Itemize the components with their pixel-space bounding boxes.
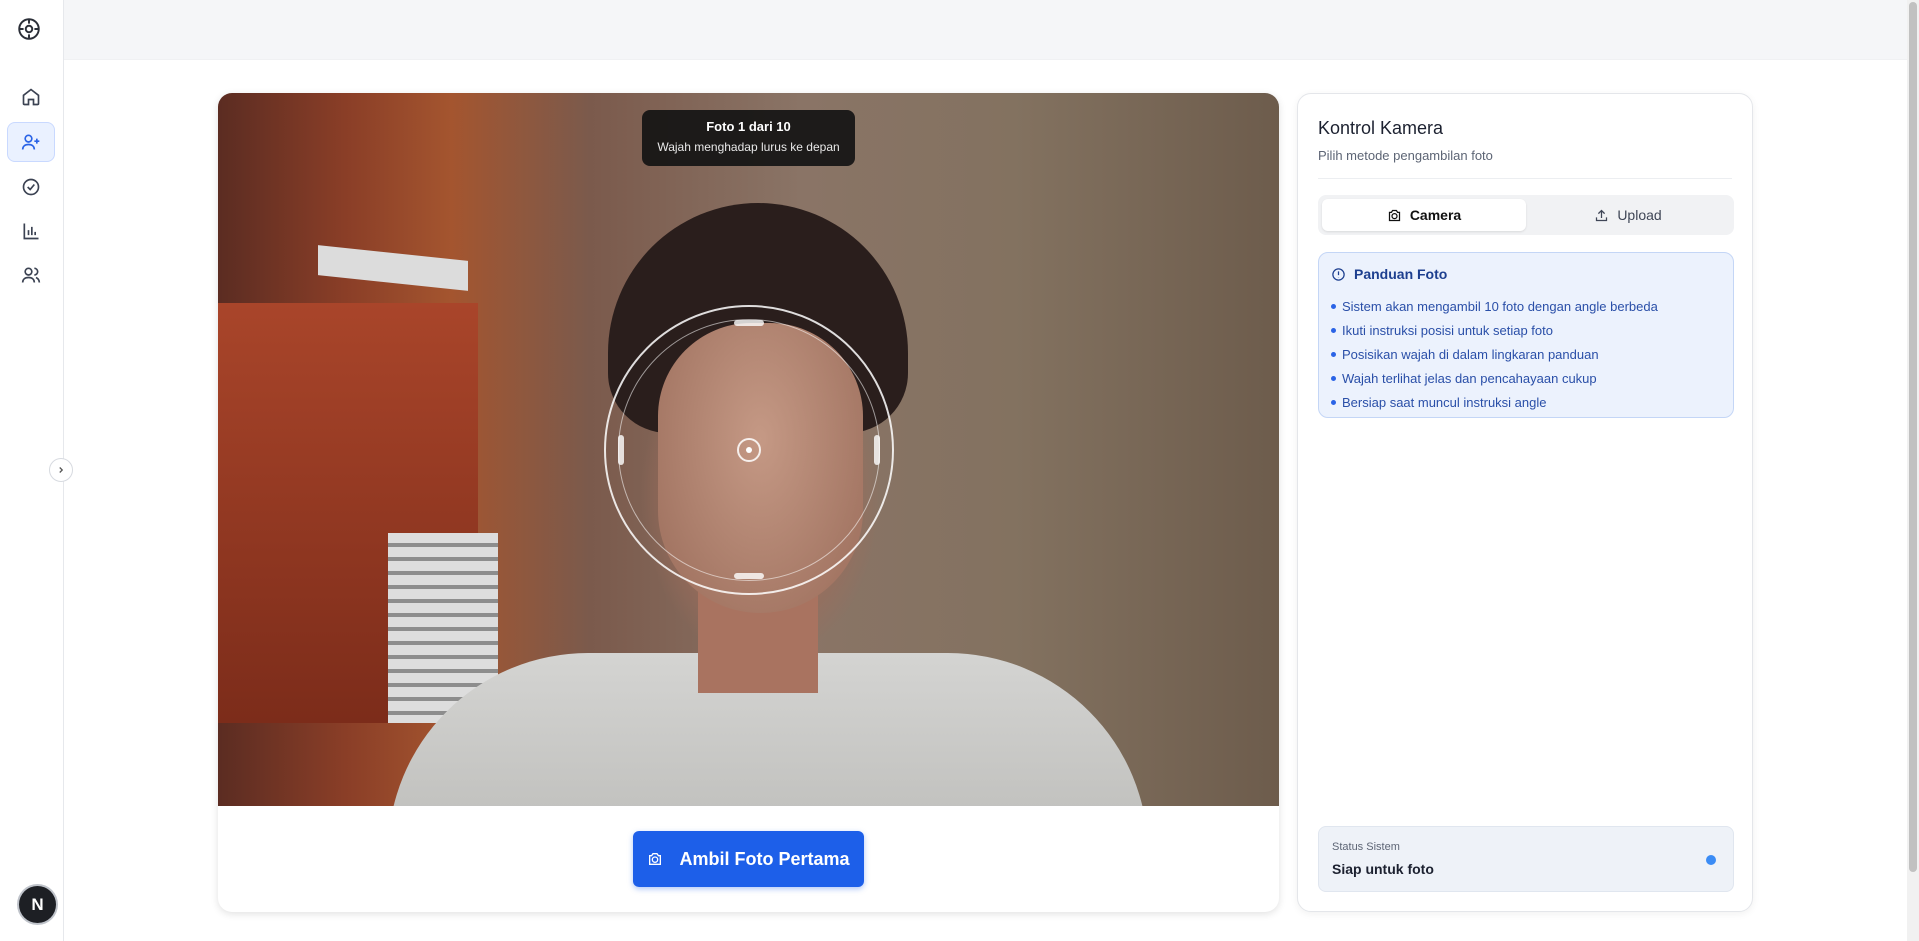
- camera-card: Foto 1 dari 10 Wajah menghadap lurus ke …: [218, 93, 1279, 912]
- photo-counter: Foto 1 dari 10: [706, 119, 791, 134]
- guide-tick-top: [734, 320, 764, 326]
- upload-icon: [1596, 209, 1608, 221]
- camera-icon: [649, 853, 662, 865]
- guide-item: Bersiap saat muncul instruksi angle: [1331, 390, 1658, 414]
- chevron-right-icon: [59, 467, 64, 473]
- capture-photo-label: Ambil Foto Pertama: [679, 848, 850, 869]
- page-scrollbar[interactable]: [1907, 0, 1919, 941]
- avatar-initial: N: [31, 894, 44, 914]
- home-icon: [22, 88, 40, 106]
- check-circle-icon: [22, 178, 40, 196]
- tab-camera[interactable]: Camera: [1322, 199, 1526, 231]
- sidebar-item-register[interactable]: [7, 122, 55, 162]
- guide-tick-bottom: [734, 573, 764, 579]
- target-logo-icon[interactable]: [16, 16, 42, 42]
- top-bar: [64, 0, 1919, 60]
- status-value: Siap untuk foto: [1332, 861, 1434, 877]
- guide-item: Sistem akan mengambil 10 foto dengan ang…: [1331, 294, 1658, 318]
- user-plus-icon: [21, 134, 40, 150]
- camera-control-panel: Kontrol Kamera Pilih metode pengambilan …: [1297, 93, 1753, 912]
- guide-item: Wajah terlihat jelas dan pencahayaan cuk…: [1331, 366, 1658, 390]
- tab-camera-label: Camera: [1409, 207, 1462, 223]
- sidebar-item-users[interactable]: [7, 255, 55, 295]
- sidebar-item-reports[interactable]: [7, 211, 55, 251]
- photo-instruction: Wajah menghadap lurus ke depan: [657, 140, 840, 154]
- system-status: Status Sistem Siap untuk foto: [1318, 826, 1734, 892]
- panel-title: Kontrol Kamera: [1318, 118, 1444, 138]
- sidebar-toggle-button[interactable]: [49, 458, 73, 482]
- guide-title: Panduan Foto: [1354, 266, 1448, 282]
- avatar[interactable]: N: [19, 886, 56, 923]
- panel-subtitle: Pilih metode pengambilan foto: [1318, 148, 1493, 163]
- alert-circle-icon: [1332, 267, 1345, 281]
- status-indicator-dot: [1706, 855, 1716, 865]
- camera-preview: Foto 1 dari 10 Wajah menghadap lurus ke …: [218, 93, 1279, 806]
- status-label: Status Sistem: [1332, 841, 1400, 853]
- bar-chart-icon: [23, 223, 39, 240]
- sidebar-item-attendance[interactable]: [7, 167, 55, 207]
- capture-method-tabs: Camera Upload: [1318, 195, 1734, 235]
- face-center-marker: [737, 438, 761, 462]
- guide-tick-left: [618, 435, 624, 465]
- guide-tick-right: [874, 435, 880, 465]
- sidebar-item-home[interactable]: [7, 77, 55, 117]
- divider: [1318, 178, 1732, 179]
- users-icon: [21, 267, 41, 283]
- camera-icon: [1388, 209, 1400, 221]
- capture-photo-button[interactable]: Ambil Foto Pertama: [633, 831, 864, 887]
- tab-upload-label: Upload: [1617, 207, 1662, 223]
- guide-list: Sistem akan mengambil 10 foto dengan ang…: [1331, 294, 1658, 414]
- tab-upload[interactable]: Upload: [1526, 199, 1730, 231]
- photo-guide-box: Panduan Foto Sistem akan mengambil 10 fo…: [1318, 252, 1734, 418]
- guide-item: Posisikan wajah di dalam lingkaran pandu…: [1331, 342, 1658, 366]
- guide-item: Ikuti instruksi posisi untuk setiap foto: [1331, 318, 1658, 342]
- background-books-top: [318, 245, 468, 291]
- photo-instruction-tooltip: Foto 1 dari 10 Wajah menghadap lurus ke …: [642, 110, 855, 166]
- scrollbar-thumb[interactable]: [1909, 2, 1917, 872]
- guide-header: Panduan Foto: [1331, 266, 1447, 282]
